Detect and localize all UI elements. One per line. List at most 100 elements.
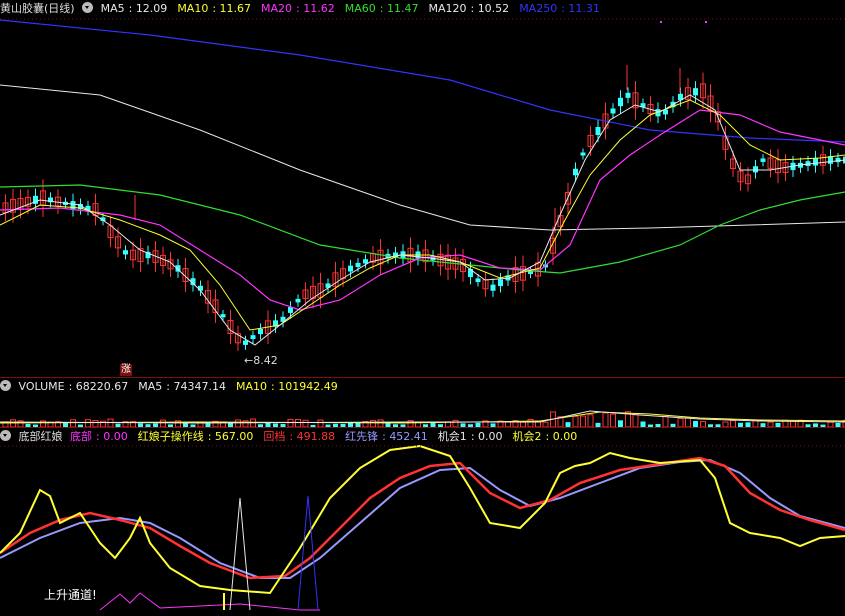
dropdown-icon[interactable] [82, 2, 94, 13]
candle-body [753, 166, 758, 173]
volume-bar [587, 414, 594, 427]
dropdown-icon[interactable] [0, 430, 11, 441]
candle-body [220, 314, 226, 318]
legend-item-value: 101942.49 [278, 380, 338, 393]
volume-bar [602, 412, 609, 427]
jihui1-spike [229, 497, 251, 611]
dropdown-icon[interactable] [0, 380, 11, 391]
candle-body [123, 250, 128, 255]
candle-body [348, 265, 353, 272]
legend-item-name: MA5 [100, 2, 125, 15]
volume-bar [295, 419, 301, 427]
legend-item-name: 回档 [263, 430, 286, 443]
legend-item: MA120: 10.52 [428, 2, 510, 15]
legend-item: 红娘子操作线: 567.00 [137, 430, 254, 443]
volume-bar [160, 419, 166, 427]
volume-bar [677, 417, 684, 427]
volume-legend: VOLUME: 68220.67 MA5: 74347.14 MA10: 10194… [0, 378, 845, 396]
oscillator-panel[interactable]: 底部红娘 底部: 0.00 红娘子操作线: 567.00 回档: 491.88 红先锋… [0, 428, 845, 616]
volume-bar [618, 420, 623, 427]
trend-note: 上升通道! [44, 588, 97, 602]
legend-item-name: MA10 [235, 380, 267, 393]
oscillator-indicator-list: 底部: 0.00 红娘子操作线: 567.00 回档: 491.88 红先锋: 452… [70, 430, 587, 443]
oscillator-legend: 底部红娘 底部: 0.00 红娘子操作线: 567.00 回档: 491.88 红先锋… [0, 428, 845, 446]
dibu-line [99, 592, 320, 611]
candle-body [618, 97, 623, 107]
volume-bar [580, 415, 586, 427]
candle-body [363, 259, 368, 264]
candle-body [258, 328, 263, 335]
legend-item: 底部: 0.00 [70, 430, 128, 443]
candle-body [610, 108, 616, 114]
legend-item-name: 机会1 [437, 430, 467, 443]
legend-item: 机会1: 0.00 [437, 430, 503, 443]
legend-item: MA5: 12.09 [100, 2, 168, 15]
volume-bar [527, 418, 534, 427]
legend-item: 机会2: 0.00 [512, 430, 578, 443]
legend-item-name: MA20 [261, 2, 293, 15]
candle-body [475, 278, 481, 283]
candle-body [835, 157, 841, 163]
volume-bar [377, 419, 384, 427]
legend-item-value: 0.00 [478, 430, 503, 443]
volume-bar [452, 419, 459, 427]
volume-bar [70, 419, 76, 427]
arrow-left-icon: ← [244, 354, 254, 367]
candle-body [595, 127, 601, 135]
volume-bar [685, 417, 691, 427]
legend-item: MA10: 11.67 [177, 2, 252, 15]
candlestick-chart[interactable] [0, 0, 845, 377]
legend-item-value: 0.00 [552, 430, 578, 443]
volume-bar [610, 413, 616, 427]
legend-item-name: MA250 [519, 2, 558, 15]
volume-bar [572, 415, 579, 427]
legend-item: 回档: 491.88 [263, 430, 336, 443]
low-price-value: 8.42 [253, 354, 278, 367]
legend-item-value: 74347.14 [173, 380, 226, 393]
ma5-line [0, 94, 845, 346]
legend-item: MA20: 11.62 [261, 2, 335, 15]
candle-body [693, 88, 698, 96]
event-marker [660, 21, 662, 23]
legend-item: MA250: 11.31 [519, 2, 600, 15]
low-price-label: ←8.42 [244, 354, 278, 367]
legend-item-value: 10.52 [477, 2, 510, 15]
legend-item-value: 11.62 [303, 2, 335, 15]
legend-item-name: MA5 [138, 380, 163, 393]
candle-body [355, 262, 361, 268]
volume-bar [302, 419, 309, 427]
legend-item: VOLUME: 68220.67 [18, 380, 129, 393]
legend-item: MA10: 101942.49 [235, 380, 338, 393]
volume-bar [287, 418, 294, 427]
legend-item-name: MA60 [344, 2, 376, 15]
legend-item-value: 567.00 [214, 430, 254, 443]
legend-item-name: 红先锋 [345, 430, 379, 443]
volume-bar [317, 419, 324, 427]
legend-item-name: VOLUME [18, 380, 65, 393]
oscillator-chart[interactable] [0, 428, 845, 616]
price-panel[interactable]: 黄山胶囊(日线) MA5: 12.09 MA10: 11.67 MA20: 11.6… [0, 0, 845, 377]
candle-body [625, 92, 631, 98]
volume-bar [662, 415, 669, 427]
ma10-line [0, 99, 845, 331]
candle-body [573, 168, 578, 176]
event-marker [705, 21, 707, 23]
huidang-line [0, 456, 845, 580]
legend-item-name: 机会2 [512, 430, 542, 443]
volume-bar [632, 414, 639, 427]
legend-item-value: 491.88 [296, 430, 336, 443]
candle-body [468, 268, 473, 278]
ma60-line [0, 184, 845, 274]
candle-body [813, 157, 818, 166]
legend-item-name: MA10 [177, 2, 209, 15]
price-indicator-list: MA5: 12.09 MA10: 11.67 MA20: 11.62 MA60: 11… [101, 2, 610, 15]
legend-item-value: 452.41 [389, 430, 428, 443]
legend-item: 红先锋: 452.41 [345, 430, 428, 443]
ma20-line [0, 109, 845, 311]
volume-indicator-list: VOLUME: 68220.67 MA5: 74347.14 MA10: 10194… [19, 380, 348, 393]
legend-item-name: MA120 [428, 2, 467, 15]
legend-item-value: 0.00 [103, 430, 128, 443]
price-legend: 黄山胶囊(日线) MA5: 12.09 MA10: 11.67 MA20: 11.6… [0, 0, 845, 18]
volume-panel[interactable]: VOLUME: 68220.67 MA5: 74347.14 MA10: 10194… [0, 378, 845, 427]
legend-item: MA5: 74347.14 [138, 380, 226, 393]
